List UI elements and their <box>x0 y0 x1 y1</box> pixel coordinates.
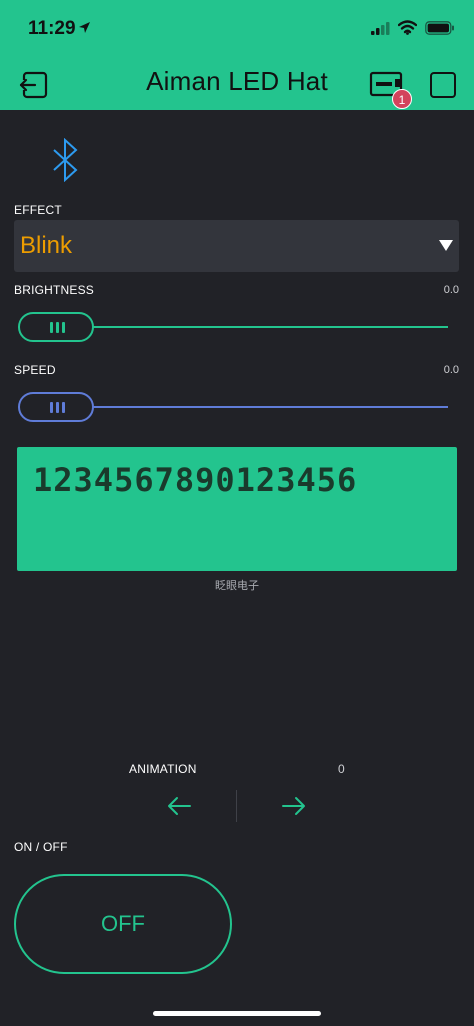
speed-slider-thumb[interactable] <box>18 392 94 422</box>
brightness-label: BRIGHTNESS <box>14 283 95 297</box>
speed-label: SPEED <box>14 363 56 377</box>
home-indicator <box>153 1011 321 1016</box>
brightness-slider-track[interactable] <box>70 326 448 328</box>
caret-down-icon <box>439 240 453 251</box>
brightness-slider-thumb[interactable] <box>18 312 94 342</box>
effect-label: EFFECT <box>14 203 62 217</box>
location-arrow-icon <box>79 22 90 33</box>
brightness-value: 0.0 <box>443 284 459 296</box>
divider <box>236 790 237 822</box>
effect-value: Blink <box>20 232 73 259</box>
animation-value: 0 <box>338 762 345 776</box>
onoff-label: ON / OFF <box>14 840 68 854</box>
arrow-left-icon[interactable] <box>166 795 192 817</box>
notification-badge: 1 <box>392 89 412 109</box>
app-header: 11:29 Aiman LED Hat 1 <box>0 0 474 110</box>
square-icon[interactable] <box>430 72 456 98</box>
status-time: 11:29 <box>28 18 76 39</box>
onoff-button[interactable]: OFF <box>14 874 232 974</box>
grip-icon <box>50 402 65 413</box>
arrow-right-icon[interactable] <box>281 795 307 817</box>
effect-dropdown[interactable]: Blink <box>14 220 459 272</box>
onoff-button-label: OFF <box>101 911 145 936</box>
cellular-signal-icon <box>371 22 390 35</box>
grip-icon <box>50 322 65 333</box>
speed-value: 0.0 <box>443 364 459 376</box>
animation-label: ANIMATION <box>129 762 197 776</box>
battery-icon <box>425 21 454 35</box>
lcd-text: 1234567890123456 <box>33 461 358 499</box>
bluetooth-icon[interactable] <box>50 138 82 182</box>
wifi-icon <box>398 20 417 35</box>
speed-slider-track[interactable] <box>70 406 448 408</box>
lcd-display: 1234567890123456 <box>17 447 457 571</box>
lcd-caption: 眨眼电子 <box>215 580 259 592</box>
